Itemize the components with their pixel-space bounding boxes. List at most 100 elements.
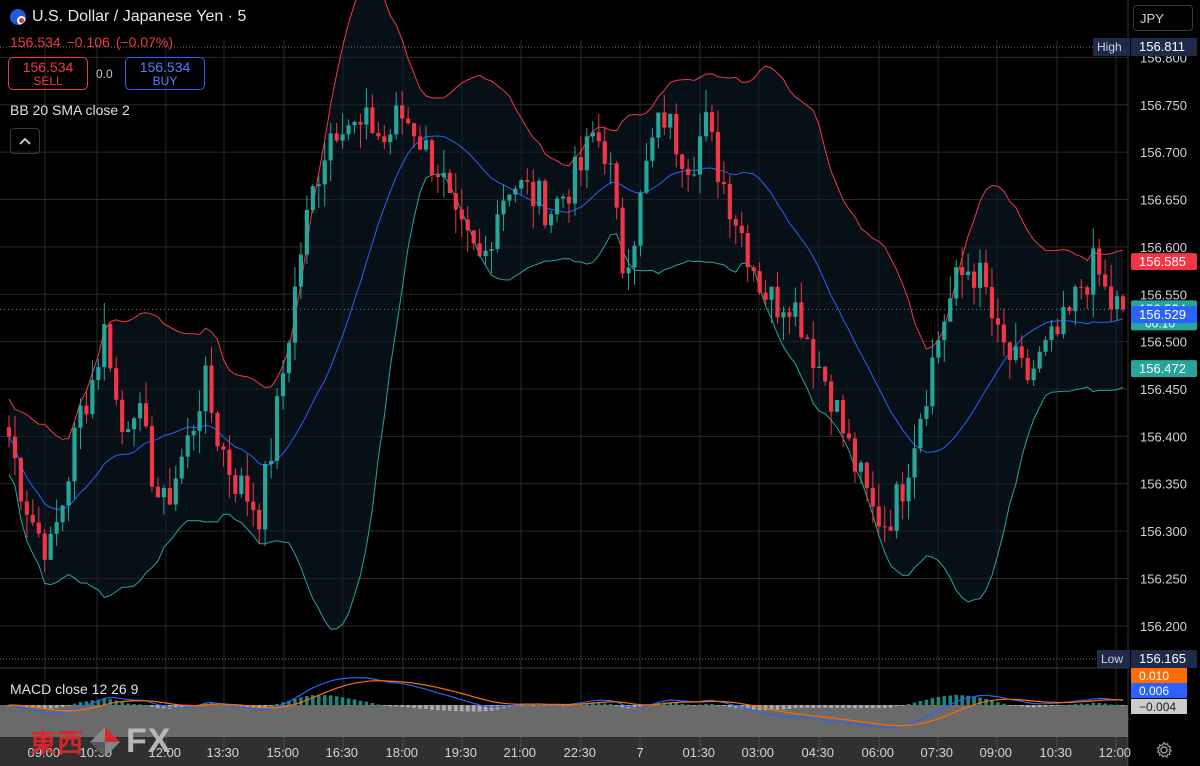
- candle-body: [549, 214, 554, 226]
- macd-histogram-bar: [1014, 705, 1018, 706]
- candle-body: [471, 230, 476, 244]
- price-chart[interactable]: 156.800156.750156.700156.650156.600156.5…: [0, 0, 1200, 766]
- candle-body: [900, 484, 905, 502]
- candle-body: [108, 324, 113, 369]
- x-tick-label: 06:00: [862, 745, 895, 760]
- candle-body: [489, 249, 494, 251]
- candle-body: [1120, 296, 1126, 310]
- candle-body: [775, 286, 780, 318]
- candle-body: [1025, 357, 1030, 381]
- macd-histogram-bar: [728, 705, 732, 708]
- low-value: 156.165: [1139, 651, 1186, 666]
- candle-body: [525, 180, 530, 183]
- candle-body: [727, 184, 732, 220]
- macd-histogram-bar: [221, 704, 226, 706]
- candle-body: [960, 267, 965, 276]
- low-label: Low: [1101, 652, 1123, 666]
- candle-body: [614, 163, 619, 208]
- macd-histogram-bar: [1037, 705, 1042, 708]
- sell-price: 156.534: [22, 59, 74, 75]
- candle-body: [149, 426, 155, 487]
- candle-body: [120, 399, 125, 433]
- macd-histogram-bar: [328, 695, 333, 705]
- candle-body: [513, 188, 518, 195]
- candle-body: [829, 381, 834, 412]
- price-tag-value: 156.585: [1139, 254, 1186, 269]
- candle-body: [537, 180, 542, 207]
- candle-body: [1055, 326, 1060, 335]
- candle-body: [209, 365, 214, 413]
- macd-histogram-bar: [1019, 705, 1024, 707]
- candle-body: [721, 181, 726, 185]
- macd-histogram-bar: [1091, 702, 1096, 705]
- candle-body: [584, 136, 589, 171]
- sell-button[interactable]: 156.534 SELL: [8, 57, 88, 90]
- candle-body: [340, 134, 345, 141]
- candle-body: [912, 448, 917, 478]
- candle-body: [12, 436, 18, 459]
- high-label: High: [1097, 40, 1122, 54]
- symbol-header: U.S. Dollar / Japanese Yen · 5: [10, 8, 246, 26]
- x-tick-label: 16:30: [326, 745, 359, 760]
- settings-gear-icon[interactable]: [1155, 741, 1173, 759]
- dongxi-fx-logo: 東西 FX: [30, 722, 171, 761]
- symbol-title: U.S. Dollar / Japanese Yen · 5: [32, 8, 247, 25]
- macd-histogram-bar: [1061, 704, 1066, 706]
- currency-selector[interactable]: JPY: [1133, 5, 1193, 31]
- x-tick-label: 22:30: [564, 745, 597, 760]
- spread-value: 0.0: [96, 67, 113, 81]
- macd-histogram-bar: [436, 705, 440, 711]
- candle-body: [376, 133, 381, 137]
- candle-body: [543, 180, 548, 226]
- candle-body: [179, 456, 184, 479]
- macd-histogram-bar: [710, 703, 714, 705]
- candle-body: [161, 488, 166, 498]
- candle-body: [1019, 346, 1024, 358]
- candle-body: [906, 477, 911, 502]
- usd-jpy-flag-icon: [10, 9, 26, 25]
- candle-body: [269, 460, 274, 464]
- candle-body: [662, 112, 667, 128]
- bollinger-legend[interactable]: BB 20 SMA close 2: [10, 102, 130, 118]
- candle-body: [1109, 286, 1114, 310]
- candle-body: [292, 286, 298, 343]
- candle-body: [733, 219, 738, 226]
- candle-body: [739, 225, 744, 234]
- candle-body: [507, 194, 512, 201]
- macd-histogram-bar: [1121, 705, 1125, 706]
- candle-body: [763, 292, 768, 300]
- macd-histogram-bar: [489, 705, 494, 711]
- candle-body: [519, 180, 524, 189]
- candle-body: [400, 105, 405, 119]
- macd-histogram-bar: [602, 703, 607, 705]
- candle-body: [1114, 296, 1120, 310]
- candle-body: [102, 324, 107, 368]
- macd-histogram-bar: [376, 704, 381, 706]
- macd-histogram-bar: [322, 695, 327, 705]
- candle-body: [638, 192, 643, 246]
- macd-legend[interactable]: MACD close 12 26 9: [10, 681, 138, 697]
- candle-body: [674, 114, 679, 155]
- x-tick-label: 04:30: [802, 745, 835, 760]
- macd-histogram-bar: [1067, 704, 1072, 706]
- macd-histogram-bar: [126, 703, 130, 705]
- candle-body: [697, 136, 703, 175]
- macd-histogram-bar: [263, 705, 267, 707]
- candle-body: [245, 475, 250, 502]
- candle-body: [1073, 286, 1078, 312]
- macd-histogram-bar: [382, 705, 387, 706]
- macd-histogram-bar: [930, 698, 935, 705]
- macd-histogram-bar: [1002, 703, 1006, 705]
- candle-body: [668, 114, 673, 128]
- candle-body: [257, 509, 262, 530]
- collapse-indicators-button[interactable]: [10, 128, 40, 154]
- candle-body: [477, 243, 482, 257]
- candle-body: [566, 196, 572, 204]
- y-tick-label: 156.300: [1140, 524, 1187, 539]
- macd-histogram-bar: [900, 705, 905, 706]
- buy-button[interactable]: 156.534 BUY: [125, 57, 205, 90]
- logo-fx-text: FX: [126, 722, 172, 760]
- candle-body: [846, 433, 852, 439]
- candle-body: [406, 118, 411, 124]
- macd-histogram-bar: [674, 702, 678, 705]
